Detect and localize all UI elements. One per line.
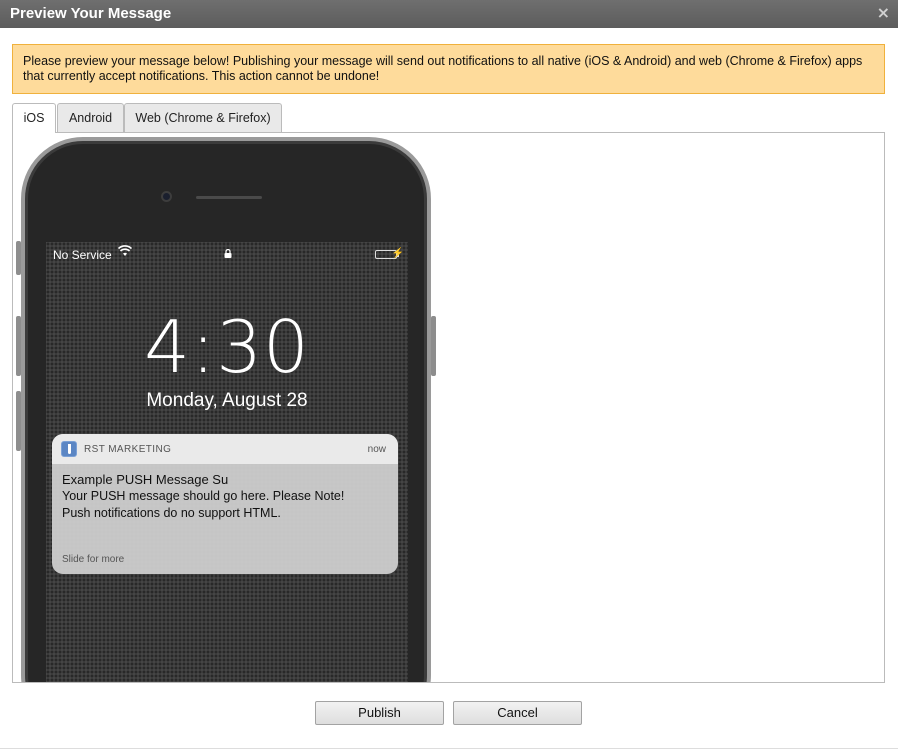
mute-switch	[16, 241, 21, 275]
camera-icon	[161, 191, 172, 202]
notification-app-name: RST MARKETING	[84, 444, 172, 455]
lock-screen-time: 4:30	[144, 305, 310, 389]
notification-timestamp: now	[367, 444, 386, 455]
close-icon[interactable]: ×	[877, 3, 890, 22]
footer-divider	[0, 748, 898, 749]
tab-web[interactable]: Web (Chrome & Firefox)	[124, 103, 282, 132]
notification-slide-hint: Slide for more	[62, 554, 125, 565]
notification-header: RST MARKETING now	[52, 434, 398, 464]
dialog-titlebar: Preview Your Message ×	[0, 0, 898, 28]
speaker-grille	[196, 196, 262, 199]
notification-title: Example PUSH Message Su	[62, 472, 229, 487]
cancel-button[interactable]: Cancel	[453, 701, 582, 725]
push-notification: RST MARKETING now Example PUSH Message S…	[52, 434, 398, 574]
lock-screen: No Service ⚡ 4:30 Monday, August 28 RST …	[46, 242, 408, 682]
preview-panel: No Service ⚡ 4:30 Monday, August 28 RST …	[12, 132, 885, 683]
status-bar: No Service ⚡	[46, 242, 408, 264]
tab-android[interactable]: Android	[57, 103, 124, 132]
publish-button[interactable]: Publish	[315, 701, 444, 725]
warning-message: Please preview your message below! Publi…	[12, 44, 885, 94]
carrier-label: No Service	[53, 248, 112, 262]
volume-up-button	[16, 316, 21, 376]
app-icon	[61, 441, 77, 457]
wifi-icon	[117, 245, 133, 260]
charging-icon: ⚡	[391, 248, 404, 259]
tab-ios[interactable]: iOS	[12, 103, 56, 133]
volume-down-button	[16, 391, 21, 451]
iphone-mockup: No Service ⚡ 4:30 Monday, August 28 RST …	[16, 137, 436, 682]
lock-screen-date: Monday, August 28	[146, 390, 308, 411]
lock-icon	[224, 247, 232, 258]
notification-text-line1: Your PUSH message should go here. Please…	[62, 489, 345, 503]
notification-body: Example PUSH Message Su Your PUSH messag…	[52, 464, 398, 529]
dialog-title: Preview Your Message	[10, 5, 172, 22]
notification-text-line2: Push notifications do no support HTML.	[62, 506, 281, 520]
power-button	[431, 316, 436, 376]
